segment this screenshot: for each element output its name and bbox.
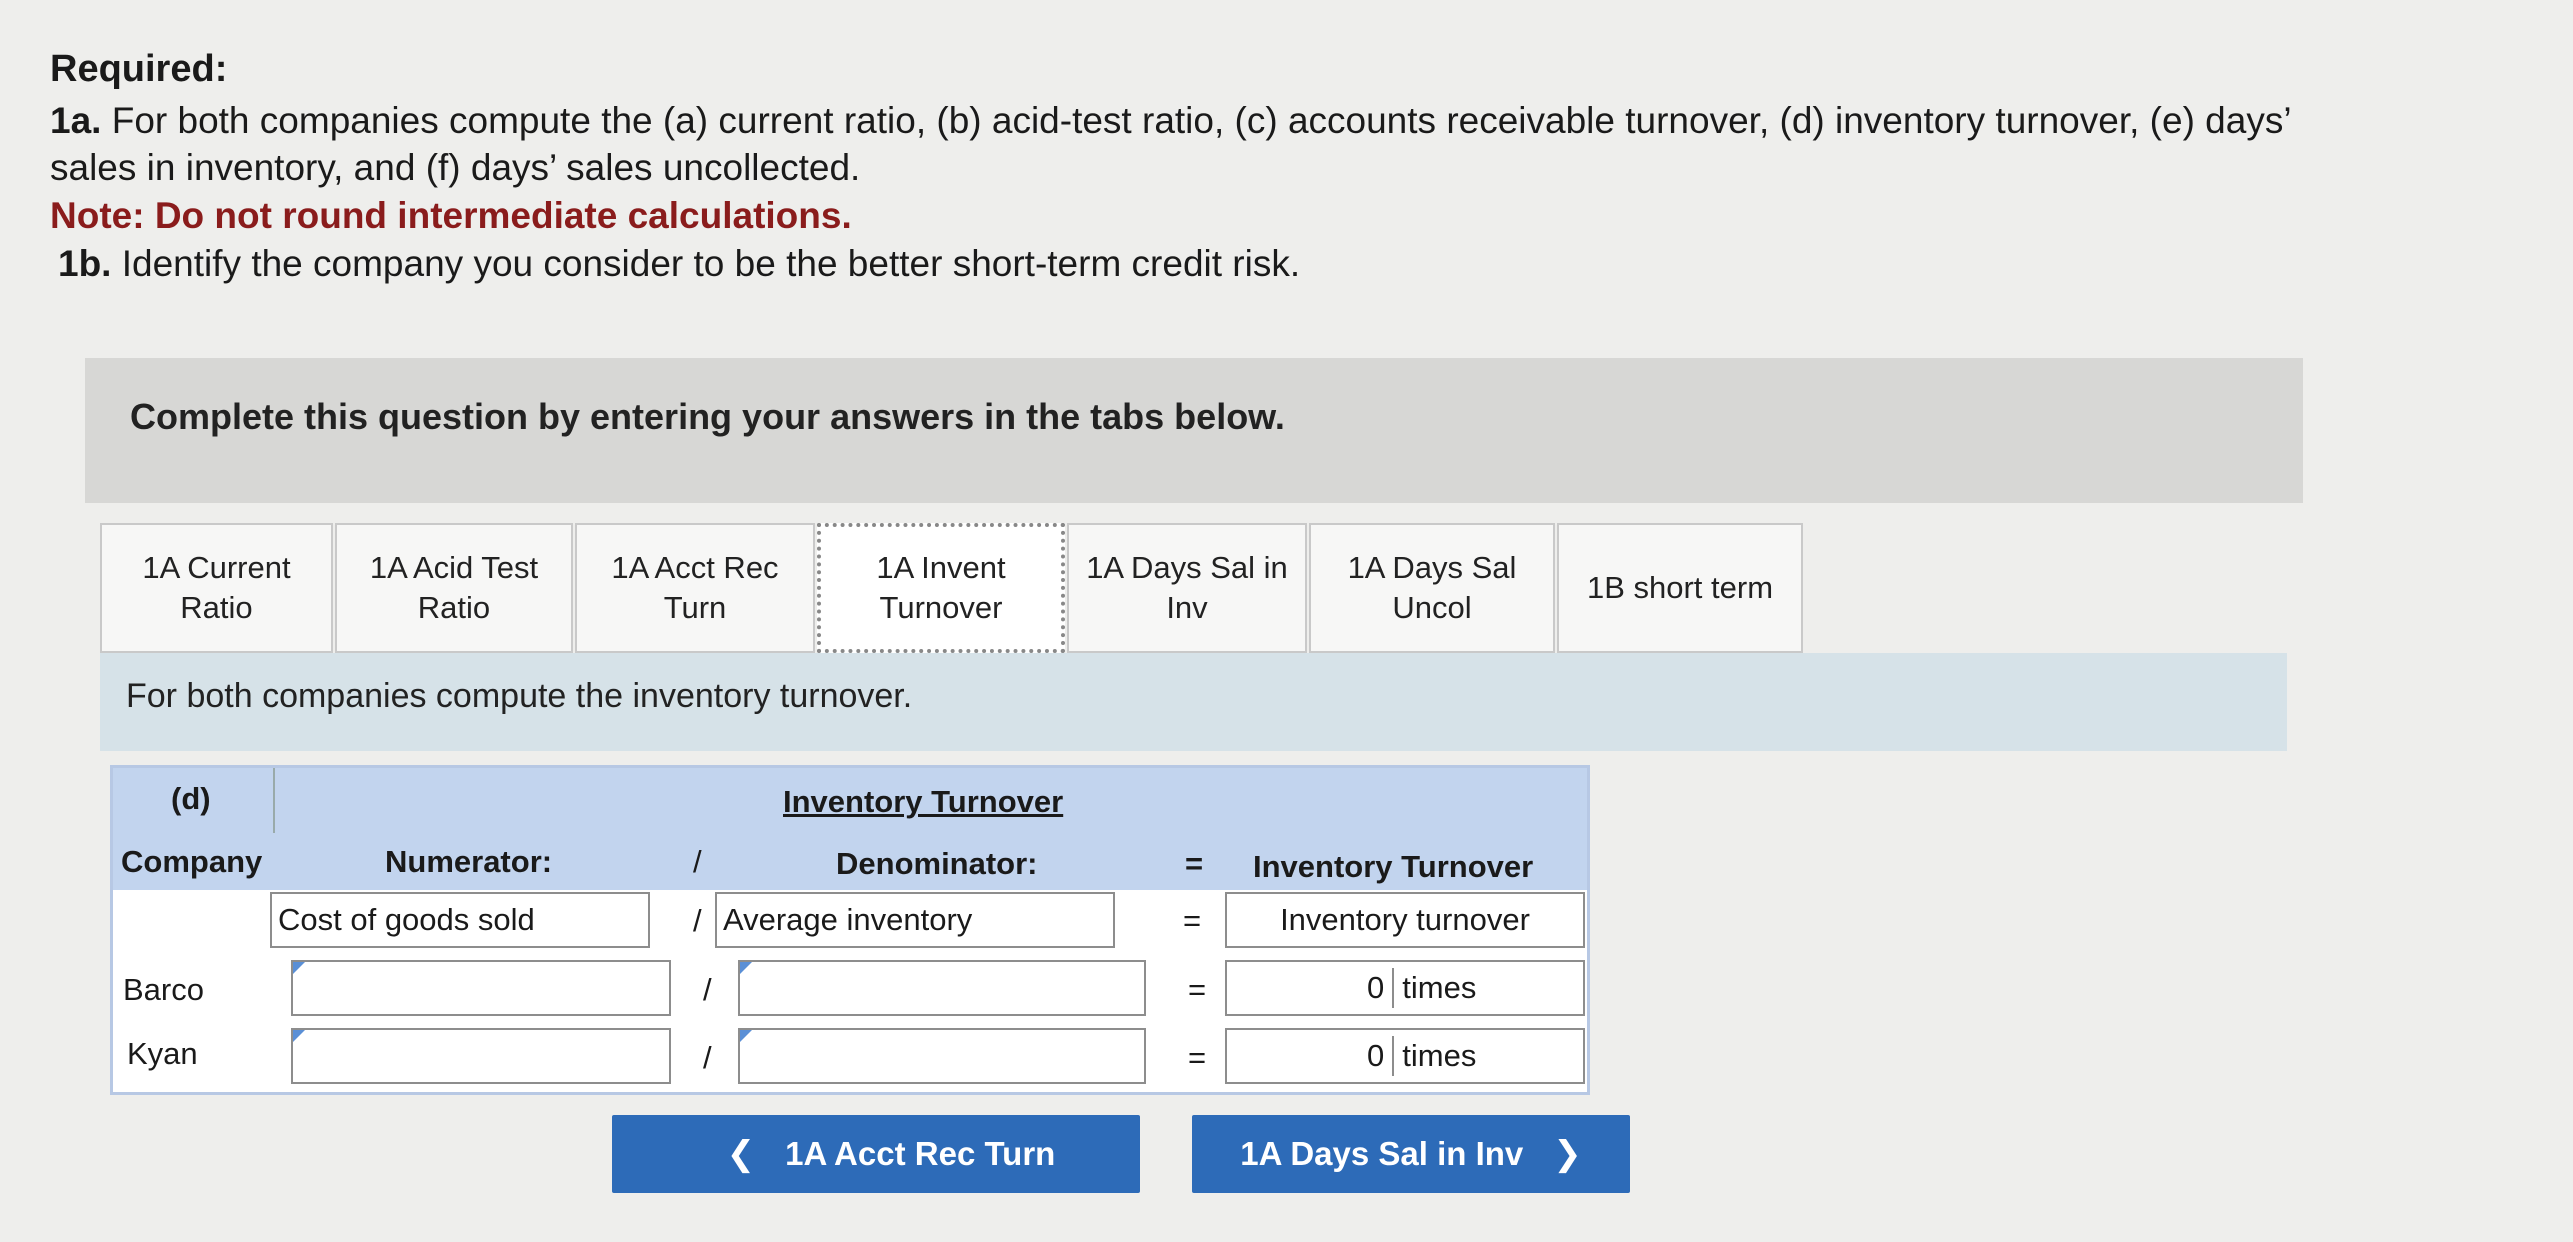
instruction-1b: 1b. Identify the company you consider to… [58,243,1300,285]
chevron-right-icon: ❯ [1553,1135,1582,1173]
row-equals: = [1188,1040,1207,1075]
subheader-text: For both companies compute the inventory… [126,677,913,715]
table-row: Kyan / = 0 times [113,1022,1587,1092]
kyan-numerator-input[interactable] [291,1028,671,1084]
result-value: 0 [1367,970,1385,1005]
instruction-banner: Complete this question by entering your … [85,358,2303,503]
result-unit: times [1402,1038,1477,1073]
formula-row: Cost of goods sold / Average inventory =… [113,890,1587,950]
tab-label: 1A Acct Rec Turn [611,549,779,625]
table-header-row: Company Numerator: / Denominator: = Inve… [113,833,1587,890]
prev-tab-label: 1A Acct Rec Turn [785,1135,1056,1172]
instruction-1a: 1a. For both companies compute the (a) c… [50,100,2292,142]
prev-tab-button[interactable]: ❮ 1A Acct Rec Turn [612,1115,1140,1193]
row-equals: = [1188,972,1207,1007]
kyan-denominator-input[interactable] [738,1028,1146,1084]
header-result: Inventory Turnover [1253,849,1534,884]
tab-label: 1A Invent Turnover [876,549,1006,625]
result-divider [1392,1036,1395,1076]
tab-label: 1A Acid Test Ratio [369,549,539,625]
tab-days-sal-uncol[interactable]: 1A Days Sal Uncol [1309,523,1555,653]
tab-subheader: For both companies compute the inventory… [100,653,2287,751]
formula-result: Inventory turnover [1225,892,1585,948]
company-name: Kyan [127,1036,198,1071]
result-divider [1392,968,1395,1008]
inventory-turnover-table: (d) Inventory Turnover Company Numerator… [110,765,1590,1095]
tab-acid-test-ratio[interactable]: 1A Acid Test Ratio [335,523,573,653]
barco-inventory-turnover: 0 times [1225,960,1585,1016]
result-unit: times [1402,970,1477,1005]
barco-denominator-input[interactable] [738,960,1146,1016]
tab-label: 1A Days Sal Uncol [1347,549,1517,625]
banner-text: Complete this question by entering your … [130,396,1285,437]
chevron-left-icon: ❮ [726,1135,756,1173]
formula-slash: / [693,903,702,938]
formula-denominator: Average inventory [715,892,1115,948]
formula-numerator: Cost of goods sold [270,892,650,948]
tab-days-sal-in-inv[interactable]: 1A Days Sal in Inv [1067,523,1307,653]
tab-label: 1A Days Sal in Inv [1086,549,1288,625]
tab-current-ratio[interactable]: 1A Current Ratio [100,523,333,653]
header-company: Company [121,844,263,879]
barco-numerator-input[interactable] [291,960,671,1016]
tab-invent-turnover[interactable]: 1A Invent Turnover [817,523,1065,653]
instruction-1b-text: Identify the company you consider to be … [121,243,1301,284]
table-row: Barco / = 0 times [113,956,1587,1018]
instruction-1a-text: For both companies compute the (a) curre… [111,100,2292,141]
row-slash: / [703,972,712,1007]
header-numerator: Numerator: [385,844,553,879]
next-tab-label: 1A Days Sal in Inv [1240,1135,1524,1172]
tab-acct-rec-turn[interactable]: 1A Acct Rec Turn [575,523,815,653]
instruction-1b-prefix: 1b. [58,243,112,284]
part-label: (d) [171,781,211,816]
tab-label: 1A Current Ratio [142,549,291,625]
table-title: Inventory Turnover [783,784,1064,819]
company-name: Barco [123,972,204,1007]
header-equals: = [1185,846,1204,881]
instruction-1a-prefix: 1a. [50,100,102,141]
required-heading: Required: [50,48,228,90]
result-value: 0 [1367,1038,1385,1073]
header-slash: / [693,844,702,879]
next-tab-button[interactable]: 1A Days Sal in Inv ❯ [1192,1115,1630,1193]
note-text: Note: Do not round intermediate calculat… [50,195,852,236]
instruction-1a-cont: sales in inventory, and (f) days’ sales … [50,147,861,188]
table-title-row: (d) Inventory Turnover [113,768,1587,833]
kyan-inventory-turnover: 0 times [1225,1028,1585,1084]
tab-short-term[interactable]: 1B short term [1557,523,1803,653]
formula-equals: = [1183,903,1202,938]
row-slash: / [703,1040,712,1075]
tab-label: 1B short term [1586,569,1774,605]
header-denominator: Denominator: [836,846,1038,881]
